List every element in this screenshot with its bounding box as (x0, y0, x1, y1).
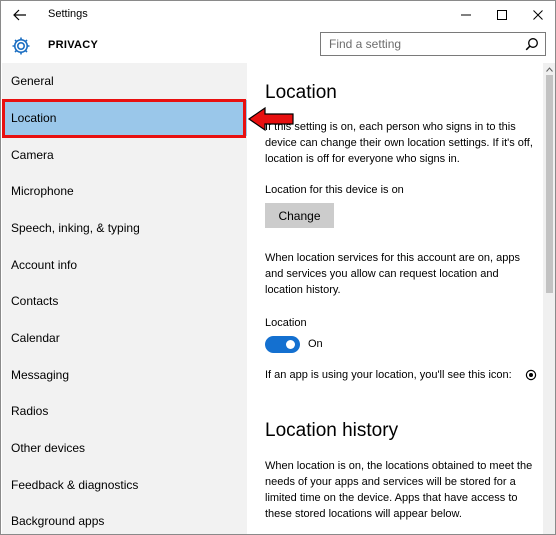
sidebar-item-label: Other devices (11, 441, 86, 455)
sidebar-item-label: Background apps (11, 514, 105, 528)
red-arrow-icon (247, 105, 297, 133)
location-heading: Location (265, 82, 337, 103)
minimize-icon[interactable] (449, 1, 483, 29)
location-history-heading: Location history (265, 420, 399, 441)
close-icon[interactable] (521, 1, 555, 29)
sidebar-item-label: Speech, inking, & typing (11, 221, 140, 235)
sidebar-item-account-info[interactable]: Account info (2, 247, 247, 283)
location-highlight-box (2, 99, 246, 138)
location-services-description: When location services for this account … (265, 252, 520, 296)
title-bar: Settings (1, 1, 555, 29)
sidebar-item-label: Calendar (11, 331, 60, 345)
sidebar-item-label: Contacts (11, 294, 59, 308)
device-location-status: Location for this device is on (265, 184, 404, 196)
sidebar-item-background-apps[interactable]: Background apps (2, 503, 247, 534)
vertical-scrollbar[interactable] (543, 63, 555, 534)
sidebar-item-other-devices[interactable]: Other devices (2, 430, 247, 466)
maximize-icon[interactable] (485, 1, 519, 29)
sidebar-item-contacts[interactable]: Contacts (2, 283, 247, 319)
page-header: PRIVACY (1, 29, 555, 63)
toggle-knob (286, 340, 295, 349)
sidebar-item-messaging[interactable]: Messaging (2, 357, 247, 393)
sidebar-item-radios[interactable]: Radios (2, 393, 247, 429)
search-box[interactable] (320, 32, 546, 56)
change-button[interactable]: Change (265, 203, 334, 228)
sidebar-item-label: Account info (11, 258, 78, 272)
sidebar-item-feedback-diagnostics[interactable]: Feedback & diagnostics (2, 467, 247, 503)
sidebar-item-speech-inking-typing[interactable]: Speech, inking, & typing (2, 210, 247, 246)
location-toggle-state: On (308, 338, 323, 350)
back-arrow-icon[interactable] (9, 5, 31, 25)
location-in-use-icon (525, 368, 537, 381)
scrollbar-thumb[interactable] (546, 75, 553, 293)
location-toggle[interactable] (265, 336, 300, 353)
sidebar-item-calendar[interactable]: Calendar (2, 320, 247, 356)
sidebar-item-camera[interactable]: Camera (2, 137, 247, 173)
sidebar-item-microphone[interactable]: Microphone (2, 173, 247, 209)
sidebar-item-label: Microphone (11, 184, 74, 198)
sidebar-item-general[interactable]: General (2, 63, 247, 99)
location-description: If this setting is on, each person who s… (265, 121, 533, 165)
search-icon[interactable] (519, 33, 545, 55)
scroll-up-arrow-icon[interactable] (543, 63, 555, 75)
sidebar-item-label: Camera (11, 148, 54, 162)
sidebar-item-label: Messaging (11, 368, 70, 382)
location-icon-hint: If an app is using your location, you'll… (265, 369, 512, 381)
settings-window: Settings PRIVACY Find a setting General … (0, 0, 556, 535)
location-toggle-title: Location (265, 317, 307, 329)
location-history-description: When location is on, the locations obtai… (265, 460, 533, 520)
search-input[interactable] (321, 33, 519, 55)
sidebar-item-label: Feedback & diagnostics (11, 478, 139, 492)
sidebar-item-label: Radios (11, 404, 49, 418)
main-content: Location If this setting is on, each per… (247, 63, 543, 534)
sidebar-item-label: General (11, 74, 54, 88)
gear-icon (10, 35, 32, 57)
page-title: PRIVACY (48, 39, 99, 51)
window-title: Settings (48, 8, 88, 20)
